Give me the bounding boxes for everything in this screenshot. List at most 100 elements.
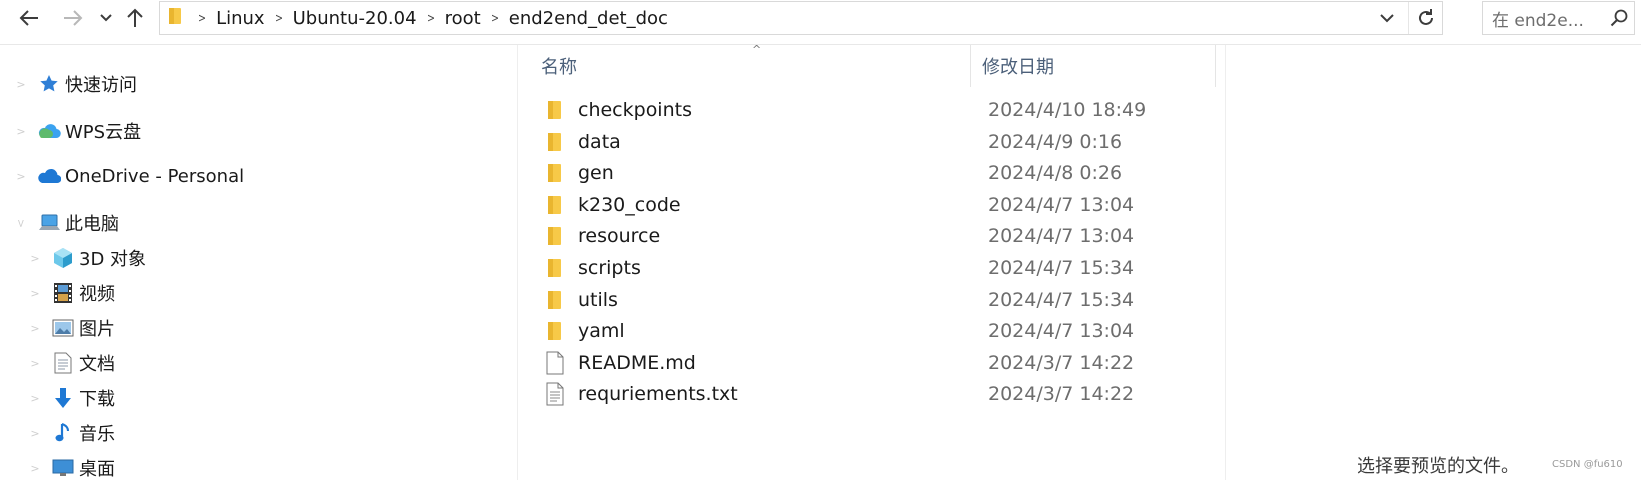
chevron-right-icon[interactable]: > <box>28 392 42 405</box>
folder-icon <box>540 285 570 315</box>
chevron-right-icon[interactable]: > <box>14 78 28 91</box>
cloud-icon <box>36 119 62 143</box>
address-bar[interactable]: > Linux > Ubuntu-20.04 > root > end2end_… <box>159 1 1443 35</box>
file-row[interactable]: requriements.txt 2024/3/7 14:22 <box>540 378 1220 410</box>
picture-icon <box>50 316 76 340</box>
breadcrumb-ubuntu[interactable]: Ubuntu-20.04 <box>293 8 417 29</box>
sidebar-item-label: 此电脑 <box>65 214 119 235</box>
chevron-right-icon[interactable]: > <box>28 427 42 440</box>
address-history-dropdown[interactable] <box>1374 5 1400 31</box>
recent-locations-button[interactable] <box>96 4 116 32</box>
back-button[interactable] <box>14 4 44 32</box>
column-divider[interactable] <box>1215 45 1216 87</box>
music-icon <box>50 421 76 445</box>
file-modified-date: 2024/4/7 15:34 <box>988 288 1135 311</box>
desktop-icon <box>50 456 76 480</box>
file-modified-date: 2024/3/7 14:22 <box>988 383 1135 406</box>
sidebar-item-label: 桌面 <box>79 459 115 480</box>
file-modified-date: 2024/4/10 18:49 <box>988 99 1147 121</box>
sidebar-item-label: 下载 <box>79 389 115 410</box>
sidebar-item-3d-objects[interactable]: > 3D 对象 <box>28 245 146 271</box>
film-icon <box>50 281 76 305</box>
sidebar-item-quick-access[interactable]: > 快速访问 <box>14 71 137 97</box>
arrow-left-icon <box>19 10 38 26</box>
sidebar-item-desktop[interactable]: > 桌面 <box>28 455 115 481</box>
preview-message: 选择要预览的文件。 <box>1357 456 1519 477</box>
star-icon <box>36 72 62 96</box>
text-file-icon <box>540 379 570 409</box>
sidebar-item-this-pc[interactable]: > 此电脑 <box>14 210 120 236</box>
file-row[interactable]: utils 2024/4/7 15:34 <box>540 284 1220 316</box>
file-row[interactable]: README.md 2024/3/7 14:22 <box>540 347 1220 379</box>
file-row[interactable]: k230_code 2024/4/7 13:04 <box>540 189 1220 221</box>
sidebar-item-wps-cloud[interactable]: > WPS云盘 <box>14 118 141 144</box>
breadcrumb-root[interactable]: root <box>445 8 481 29</box>
folder-icon <box>540 95 570 125</box>
folder-icon <box>540 127 570 157</box>
address-toolbar: > Linux > Ubuntu-20.04 > root > end2end_… <box>0 0 1641 38</box>
sidebar-item-onedrive[interactable]: > OneDrive - Personal <box>14 164 244 188</box>
file-name: scripts <box>578 257 641 279</box>
column-divider[interactable] <box>970 45 971 87</box>
refresh-button[interactable] <box>1408 2 1442 34</box>
chevron-right-icon[interactable]: > <box>28 287 42 300</box>
breadcrumb-current[interactable]: end2end_det_doc <box>509 8 668 29</box>
search-icon[interactable] <box>1604 9 1634 27</box>
sidebar-item-label: OneDrive - Personal <box>65 165 245 187</box>
chevron-down-icon <box>100 14 112 22</box>
breadcrumb-linux[interactable]: Linux <box>216 8 265 29</box>
search-input[interactable]: 在 end2e... <box>1492 6 1604 31</box>
sidebar-item-pictures[interactable]: > 图片 <box>28 315 115 341</box>
file-row[interactable]: scripts 2024/4/7 15:34 <box>540 252 1220 284</box>
folder-icon <box>540 316 570 346</box>
sidebar-item-music[interactable]: > 音乐 <box>28 420 115 446</box>
file-modified-date: 2024/4/7 13:04 <box>988 320 1135 343</box>
download-icon <box>50 386 76 410</box>
file-row[interactable]: checkpoints 2024/4/10 18:49 <box>540 94 1220 126</box>
search-box[interactable]: 在 end2e... <box>1482 1 1635 35</box>
file-modified-date: 2024/4/7 13:04 <box>988 225 1135 248</box>
computer-icon <box>36 211 62 235</box>
file-row[interactable]: resource 2024/4/7 13:04 <box>540 220 1220 252</box>
sidebar-item-label: 音乐 <box>79 424 115 445</box>
preview-pane-divider[interactable] <box>1225 45 1226 480</box>
chevron-right-icon[interactable]: > <box>14 125 28 138</box>
chevron-right-icon[interactable]: > <box>28 357 42 370</box>
sidebar-item-videos[interactable]: > 视频 <box>28 280 115 306</box>
file-name: yaml <box>578 320 625 343</box>
file-modified-date: 2024/4/7 15:34 <box>988 257 1135 279</box>
sidebar-item-downloads[interactable]: > 下载 <box>28 385 115 411</box>
file-modified-date: 2024/4/9 0:16 <box>988 130 1123 153</box>
column-header-name[interactable]: 名称 <box>541 45 961 87</box>
file-icon <box>540 348 570 378</box>
file-row[interactable]: data 2024/4/9 0:16 <box>540 126 1220 158</box>
file-name: README.md <box>578 351 696 374</box>
forward-button[interactable] <box>58 4 88 32</box>
breadcrumb-separator: > <box>490 11 499 25</box>
chevron-right-icon[interactable]: > <box>28 322 42 335</box>
column-header-modified[interactable]: 修改日期 <box>982 45 1212 87</box>
sidebar-item-documents[interactable]: > 文档 <box>28 350 115 376</box>
file-name: k230_code <box>578 193 681 216</box>
folder-icon <box>168 6 184 30</box>
file-modified-date: 2024/3/7 14:22 <box>988 351 1135 374</box>
sidebar-item-label: 3D 对象 <box>79 249 147 270</box>
chevron-right-icon[interactable]: > <box>28 462 42 475</box>
file-row[interactable]: gen 2024/4/8 0:26 <box>540 157 1220 189</box>
up-button[interactable] <box>122 4 148 32</box>
file-name: checkpoints <box>578 99 692 121</box>
chevron-down-icon[interactable]: > <box>15 216 28 230</box>
chevron-right-icon[interactable]: > <box>14 170 28 183</box>
chevron-right-icon[interactable]: > <box>28 252 42 265</box>
sidebar-item-label: 图片 <box>79 319 115 340</box>
chevron-down-icon <box>1380 13 1394 22</box>
file-name: requriements.txt <box>578 383 738 406</box>
file-name: gen <box>578 162 614 185</box>
folder-icon <box>540 158 570 188</box>
file-row[interactable]: yaml 2024/4/7 13:04 <box>540 315 1220 347</box>
sidebar-item-label: 文档 <box>79 354 115 375</box>
watermark: CSDN @fu610 <box>1552 459 1623 470</box>
breadcrumb-separator: > <box>274 11 283 25</box>
folder-icon <box>540 221 570 251</box>
file-modified-date: 2024/4/8 0:26 <box>988 162 1123 185</box>
